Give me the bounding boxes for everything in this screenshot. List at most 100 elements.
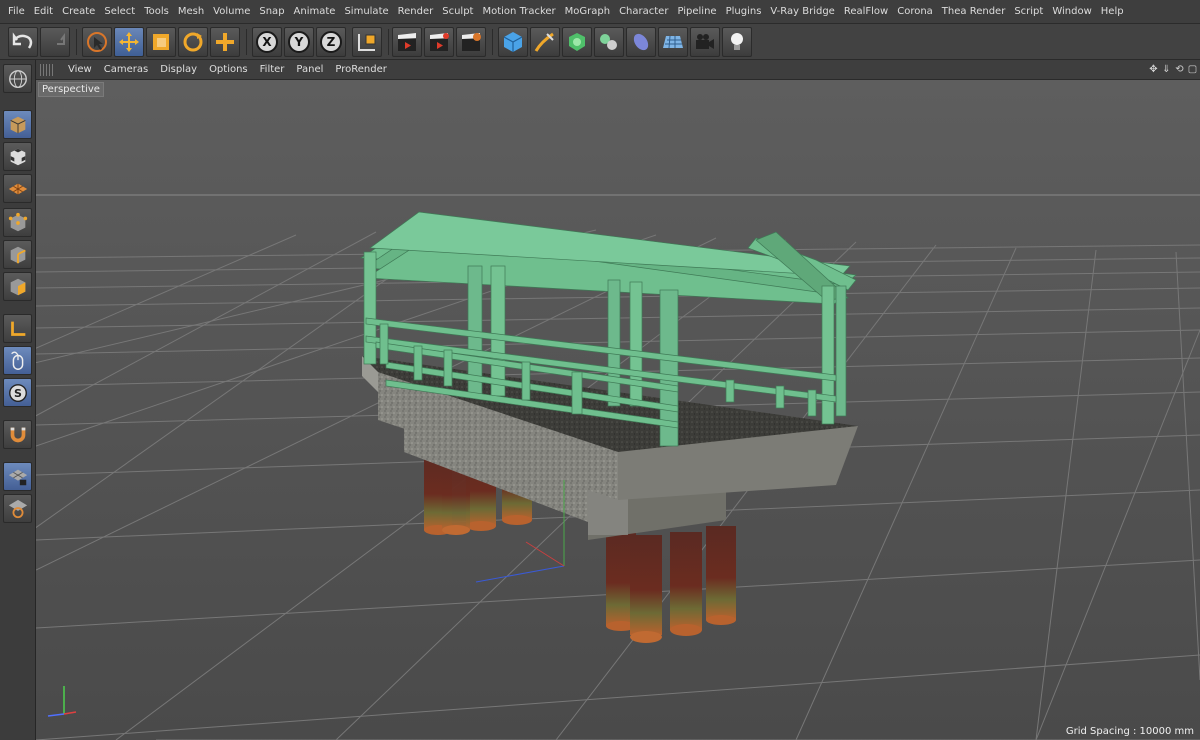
- menu-item-simulate[interactable]: Simulate: [340, 0, 392, 24]
- light-bulb-icon: [731, 33, 743, 50]
- polygons-mode-button[interactable]: [3, 272, 32, 301]
- menu-item-mograph[interactable]: MoGraph: [561, 0, 614, 24]
- y-axis-icon: Y: [288, 31, 310, 53]
- render-view-button[interactable]: [392, 27, 422, 57]
- grid-spacing-readout: Grid Spacing : 10000 mm: [1065, 726, 1194, 737]
- tweak-mode-button[interactable]: [3, 346, 32, 375]
- viewport-menu-options[interactable]: Options: [203, 60, 254, 80]
- floor-object-button[interactable]: [658, 27, 688, 57]
- viewport-menu-cameras[interactable]: Cameras: [98, 60, 154, 80]
- pan-icon[interactable]: ✥: [1148, 64, 1159, 75]
- menu-item-render[interactable]: Render: [394, 0, 438, 24]
- main-toolbar: X Y Z: [0, 24, 1200, 60]
- move-tool-button[interactable]: [114, 27, 144, 57]
- checker-cube-icon: [10, 148, 25, 165]
- viewport-grip-handle[interactable]: [40, 63, 54, 76]
- scale-tool-button[interactable]: [146, 27, 176, 57]
- magnet-button[interactable]: [3, 420, 32, 449]
- clapperboard-settings-icon: [462, 33, 481, 51]
- camera-object-button[interactable]: [690, 27, 720, 57]
- model-cube-icon: [9, 116, 26, 133]
- locked-workplane-button[interactable]: [3, 462, 32, 491]
- clapperboard-render-icon: [430, 33, 449, 51]
- maximize-viewport-icon[interactable]: ▢: [1187, 64, 1198, 75]
- viewport-menu-prorender[interactable]: ProRender: [329, 60, 392, 80]
- planar-workplane-button[interactable]: [3, 494, 32, 523]
- workplane-mode-button[interactable]: [3, 174, 32, 203]
- cube-primitive-button[interactable]: [498, 27, 528, 57]
- menu-item-script[interactable]: Script: [1010, 0, 1047, 24]
- axis-mode-button[interactable]: [3, 314, 32, 343]
- snap-s-icon: S: [8, 383, 27, 402]
- undo-icon: [12, 32, 33, 49]
- deformer-button[interactable]: [626, 27, 656, 57]
- add-object-button[interactable]: [210, 27, 240, 57]
- menu-item-pipeline[interactable]: Pipeline: [673, 0, 720, 24]
- viewport-menu-bar: View Cameras Display Options Filter Panel ProR…: [36, 60, 1200, 80]
- orbit-icon[interactable]: ⟲: [1174, 64, 1185, 75]
- redo-icon: [57, 33, 65, 45]
- selection-cursor-icon: [87, 32, 107, 52]
- z-axis-lock-button[interactable]: Z: [316, 27, 346, 57]
- menu-item-animate[interactable]: Animate: [290, 0, 340, 24]
- menu-item-help[interactable]: Help: [1097, 0, 1128, 24]
- menu-item-corona[interactable]: Corona: [893, 0, 937, 24]
- workplane-icon: [8, 183, 27, 194]
- texture-mode-button[interactable]: [3, 142, 32, 171]
- menu-item-snap[interactable]: Snap: [255, 0, 288, 24]
- light-object-button[interactable]: [722, 27, 752, 57]
- viewport-menu-filter[interactable]: Filter: [254, 60, 291, 80]
- perspective-viewport[interactable]: Perspective Grid Spacing : 10000 mm: [36, 80, 1200, 740]
- menu-item-character[interactable]: Character: [615, 0, 672, 24]
- snap-button[interactable]: S: [3, 378, 32, 407]
- points-cube-icon: [8, 212, 27, 231]
- make-editable-button[interactable]: [3, 64, 32, 93]
- menu-item-sculpt[interactable]: Sculpt: [438, 0, 477, 24]
- array-icon: [600, 34, 617, 50]
- x-axis-lock-button[interactable]: X: [252, 27, 282, 57]
- menu-bar: File Edit Create Select Tools Mesh Volume Snap A…: [0, 0, 1200, 24]
- subdivision-surface-button[interactable]: [562, 27, 592, 57]
- pen-spline-button[interactable]: [530, 27, 560, 57]
- menu-item-realflow[interactable]: RealFlow: [840, 0, 892, 24]
- menu-item-edit[interactable]: Edit: [30, 0, 57, 24]
- menu-item-motion-tracker[interactable]: Motion Tracker: [478, 0, 559, 24]
- coordinate-system-icon: [358, 34, 376, 51]
- bend-deformer-icon: [633, 33, 649, 51]
- undo-button[interactable]: [8, 27, 38, 57]
- rotate-tool-button[interactable]: [178, 27, 208, 57]
- x-axis-icon: X: [256, 31, 278, 53]
- menu-item-thea-render[interactable]: Thea Render: [938, 0, 1010, 24]
- viewport-menu-panel[interactable]: Panel: [290, 60, 329, 80]
- plus-icon: [216, 33, 234, 51]
- scene-render: [36, 80, 1200, 740]
- rotate-icon: [183, 32, 203, 52]
- points-mode-button[interactable]: [3, 208, 32, 237]
- array-generator-button[interactable]: [594, 27, 624, 57]
- viewport-navigation: ✥ ⇓ ⟲ ▢: [1148, 64, 1198, 75]
- menu-item-plugins[interactable]: Plugins: [722, 0, 766, 24]
- menu-item-create[interactable]: Create: [58, 0, 99, 24]
- y-axis-lock-button[interactable]: Y: [284, 27, 314, 57]
- redo-button[interactable]: [40, 27, 70, 57]
- render-picture-viewer-button[interactable]: [424, 27, 454, 57]
- menu-item-tools[interactable]: Tools: [140, 0, 173, 24]
- render-settings-button[interactable]: [456, 27, 486, 57]
- menu-item-window[interactable]: Window: [1048, 0, 1095, 24]
- menu-item-select[interactable]: Select: [100, 0, 139, 24]
- viewport-menu-view[interactable]: View: [62, 60, 98, 80]
- scale-icon: [153, 34, 169, 50]
- coordinate-system-button[interactable]: [352, 27, 382, 57]
- menu-item-volume[interactable]: Volume: [209, 0, 254, 24]
- viewport-menu-display[interactable]: Display: [154, 60, 203, 80]
- live-selection-button[interactable]: [82, 27, 112, 57]
- edges-mode-button[interactable]: [3, 240, 32, 269]
- menu-item-v-ray-bridge[interactable]: V-Ray Bridge: [766, 0, 838, 24]
- viewport-camera-label[interactable]: Perspective: [38, 82, 104, 97]
- menu-item-mesh[interactable]: Mesh: [174, 0, 208, 24]
- move-icon: [119, 32, 139, 52]
- menu-item-file[interactable]: File: [4, 0, 29, 24]
- dolly-icon[interactable]: ⇓: [1161, 64, 1172, 75]
- axis-corner-icon: [10, 321, 25, 336]
- model-mode-button[interactable]: [3, 110, 32, 139]
